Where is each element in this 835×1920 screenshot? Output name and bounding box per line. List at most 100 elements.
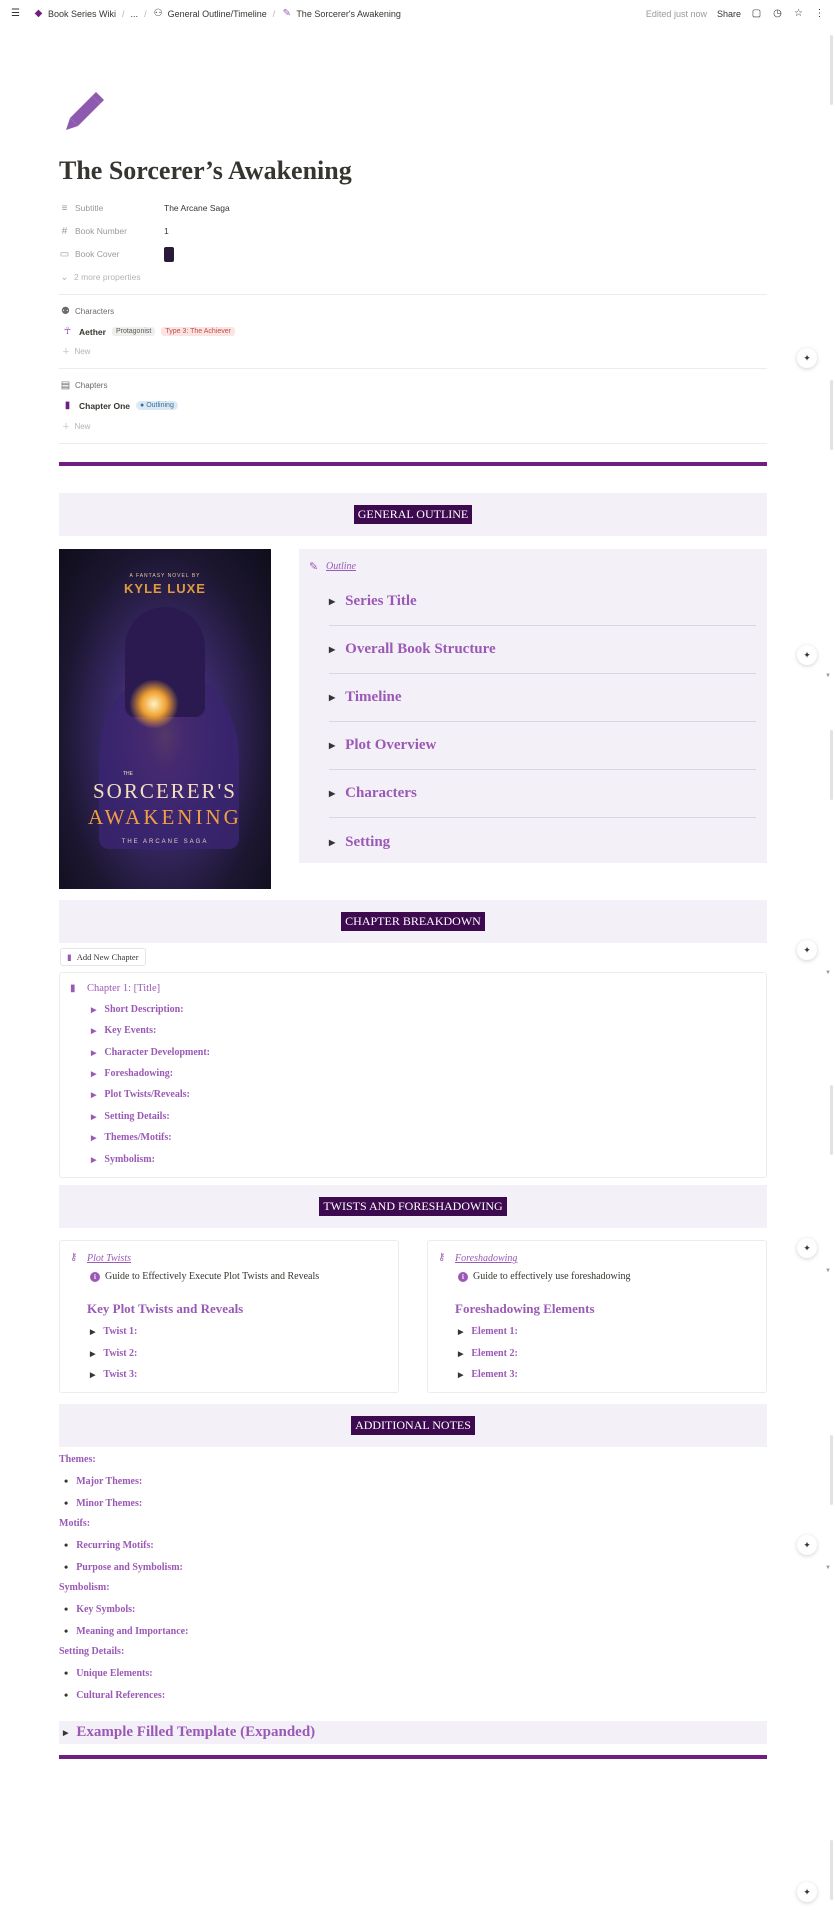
add-new-chapter-button[interactable]: ▮ Add New Chapter	[60, 948, 146, 966]
foreshadowing-link[interactable]: Foreshadowing	[455, 1253, 517, 1264]
bullet: •	[64, 1496, 69, 1510]
toggle-label: Element 2:	[471, 1348, 518, 1359]
scroll-thumb[interactable]	[830, 1840, 833, 1900]
toggle-symbolism[interactable]: ▶ Symbolism:	[91, 1154, 155, 1165]
banner-label: TWISTS AND FORESHADOWING	[319, 1197, 507, 1216]
toggle-element-1[interactable]: ▶ Element 1:	[458, 1326, 518, 1337]
breadcrumb-item-wiki[interactable]: ◆ Book Series Wiki	[33, 8, 116, 19]
chapters-heading: ▤ Chapters	[60, 380, 108, 391]
ai-sparkle-button[interactable]: ✦	[797, 1535, 817, 1555]
toggle-label: Overall Book Structure	[345, 641, 496, 657]
toggle-themes-motifs[interactable]: ▶ Themes/Motifs:	[91, 1132, 172, 1143]
menu-icon[interactable]: ☰	[10, 8, 21, 19]
scroll-thumb[interactable]	[830, 380, 833, 450]
bullet: •	[64, 1602, 69, 1616]
character-row[interactable]: ☥ Aether Protagonist Type 3: The Achieve…	[62, 326, 235, 337]
divider	[59, 443, 767, 444]
ai-sparkle-button[interactable]: ✦	[797, 348, 817, 368]
outline-link[interactable]: Outline	[326, 561, 356, 572]
characters-heading: ⚉ Characters	[60, 306, 114, 317]
more-properties-toggle[interactable]: ⌄ 2 more properties	[59, 268, 140, 286]
toggle-label: Characters	[345, 785, 417, 801]
info-callout: i Guide to effectively use foreshadowing	[458, 1271, 631, 1282]
scroll-thumb[interactable]	[830, 1435, 833, 1505]
chapter-title[interactable]: Chapter 1: [Title]	[87, 983, 160, 994]
new-chapter-button[interactable]: ＋ New	[62, 421, 90, 432]
property-value[interactable]: 1	[164, 226, 169, 236]
property-value[interactable]: The Arcane Saga	[164, 203, 230, 213]
toggle-setting-details[interactable]: ▶ Setting Details:	[91, 1111, 170, 1122]
new-label: New	[74, 422, 91, 431]
breadcrumb-item-current[interactable]: ✎ The Sorcerer's Awakening	[281, 8, 401, 19]
bullet: •	[64, 1560, 69, 1574]
scroll-thumb[interactable]	[830, 730, 833, 800]
character-name[interactable]: Aether	[79, 327, 106, 337]
property-book-cover[interactable]: ▭ Book Cover	[59, 245, 174, 263]
toggle-character-development[interactable]: ▶ Character Development:	[91, 1047, 210, 1058]
info-icon: i	[458, 1271, 468, 1282]
info-callout: i Guide to Effectively Execute Plot Twist…	[90, 1271, 319, 1282]
toggle-twist-3[interactable]: ▶ Twist 3:	[90, 1369, 137, 1380]
breadcrumb-item-ellipsis[interactable]: ...	[131, 9, 139, 19]
toggle-foreshadowing[interactable]: ▶ Foreshadowing:	[91, 1068, 173, 1079]
comment-icon[interactable]: ▢	[751, 8, 762, 19]
share-button[interactable]: Share	[717, 9, 741, 19]
list-item: • Cultural References:	[64, 1688, 165, 1703]
pencil-icon: ✎	[282, 8, 291, 19]
star-icon[interactable]: ☆	[793, 8, 804, 19]
ai-sparkle-button[interactable]: ✦	[797, 645, 817, 665]
example-template-toggle[interactable]: ▶ Example Filled Template (Expanded)	[59, 1721, 767, 1744]
toggle-short-description[interactable]: ▶ Short Description:	[91, 1004, 184, 1015]
pencil-icon[interactable]	[62, 88, 106, 132]
chapter-name[interactable]: Chapter One	[79, 401, 130, 411]
section-heading: Key Plot Twists and Reveals	[87, 1301, 244, 1316]
list-item-label: Unique Elements:	[76, 1668, 153, 1679]
chapter-card: ▮ Chapter 1: [Title] ▶ Short Description:…	[59, 972, 767, 1178]
toggle-twist-1[interactable]: ▶ Twist 1:	[90, 1326, 137, 1337]
ai-sparkle-button[interactable]: ✦	[797, 1882, 817, 1902]
property-book-number[interactable]: # Book Number 1	[59, 222, 169, 240]
toggle-label: Twist 2:	[103, 1348, 138, 1359]
toggle-label: Element 1:	[471, 1326, 518, 1337]
toggle-plot-twists[interactable]: ▶ Plot Twists/Reveals:	[91, 1089, 190, 1100]
toggle-setting[interactable]: ▶ Setting	[329, 818, 756, 866]
toggle-series-title[interactable]: ▶ Series Title	[329, 578, 756, 626]
book-cover-thumbnail[interactable]	[164, 246, 174, 262]
bullet: •	[64, 1538, 69, 1552]
breadcrumb-item-outline[interactable]: ⚇ General Outline/Timeline	[153, 8, 267, 19]
page-title[interactable]: The Sorcerer’s Awakening	[59, 156, 352, 186]
ai-sparkle-button[interactable]: ✦	[797, 1238, 817, 1258]
triangle-right-icon: ▶	[63, 1728, 69, 1737]
triangle-right-icon: ▶	[91, 1112, 97, 1121]
scroll-thumb[interactable]	[830, 35, 833, 105]
new-label: New	[74, 347, 91, 356]
book-cover-image: A FANTASY NOVEL BY KYLE LUXE THE SORCERE…	[59, 549, 271, 889]
ai-sparkle-button[interactable]: ✦	[797, 940, 817, 960]
toggle-element-2[interactable]: ▶ Element 2:	[458, 1348, 518, 1359]
characters-heading-label: Characters	[75, 307, 115, 316]
toggle-book-structure[interactable]: ▶ Overall Book Structure	[329, 626, 756, 674]
list-item: • Purpose and Symbolism:	[64, 1560, 183, 1575]
triangle-right-icon: ▶	[90, 1349, 96, 1358]
book-icon: ▤	[60, 380, 71, 391]
toggle-plot-overview[interactable]: ▶ Plot Overview	[329, 722, 756, 770]
list-item-label: Major Themes:	[76, 1476, 143, 1487]
property-subtitle[interactable]: ≡ Subtitle The Arcane Saga	[59, 199, 230, 217]
toggle-twist-2[interactable]: ▶ Twist 2:	[90, 1348, 137, 1359]
toggle-characters[interactable]: ▶ Characters	[329, 770, 756, 818]
cover-author: KYLE LUXE	[124, 581, 206, 596]
chevron-down-icon: ▼	[825, 1268, 831, 1274]
more-icon[interactable]: ⋮	[814, 8, 825, 19]
chapter-row[interactable]: ▮ Chapter One ● Outlining	[62, 400, 178, 411]
toggle-key-events[interactable]: ▶ Key Events:	[91, 1025, 156, 1036]
cover-saga: THE ARCANE SAGA	[121, 839, 209, 845]
toggle-element-3[interactable]: ▶ Element 3:	[458, 1369, 518, 1380]
new-character-button[interactable]: ＋ New	[62, 346, 90, 357]
plot-twists-link[interactable]: Plot Twists	[87, 1253, 131, 1264]
section-rule	[59, 1755, 767, 1759]
history-icon[interactable]: ◷	[772, 8, 783, 19]
scroll-thumb[interactable]	[830, 1085, 833, 1155]
info-icon: i	[90, 1271, 100, 1282]
toggle-timeline[interactable]: ▶ Timeline	[329, 674, 756, 722]
chevron-down-icon: ▼	[825, 673, 831, 679]
